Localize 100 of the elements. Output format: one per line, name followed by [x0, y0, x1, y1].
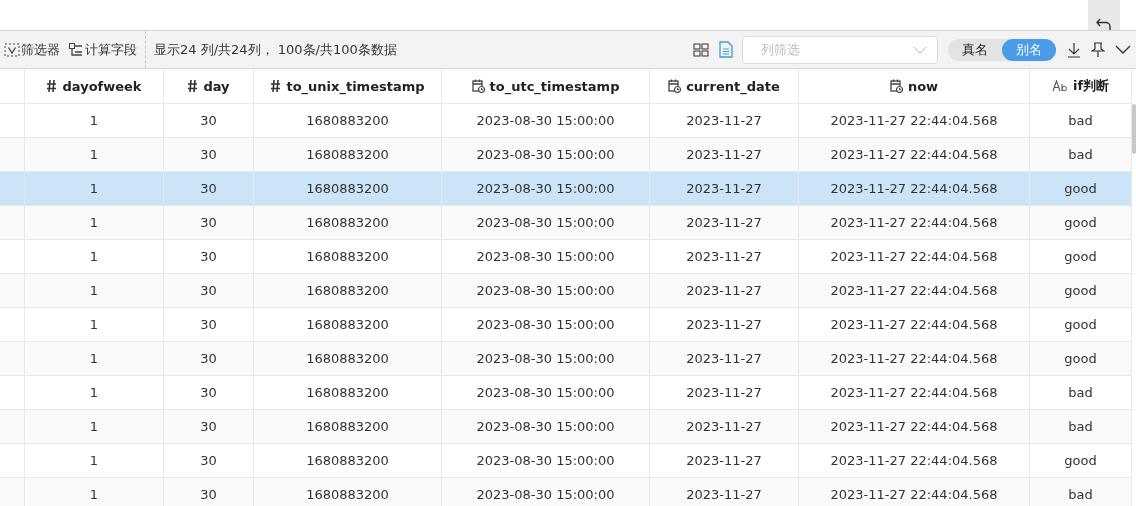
- table-row[interactable]: 1 30 1680883200 2023-08-30 15:00:00 2023-11-27 2023-11-27 22:44:04.568 good: [0, 308, 1132, 342]
- calendar-clock-icon: [471, 79, 485, 93]
- table-row[interactable]: 1 30 1680883200 2023-08-30 15:00:00 2023-11-27 2023-11-27 22:44:04.568 bad: [0, 104, 1132, 138]
- table-row[interactable]: 1 30 1680883200 2023-08-30 15:00:00 2023-11-27 2023-11-27 22:44:04.568 bad: [0, 376, 1132, 410]
- calendar-clock-icon: [668, 79, 682, 93]
- table-row[interactable]: 1 30 1680883200 2023-08-30 15:00:00 2023-11-27 2023-11-27 22:44:04.568 good: [0, 274, 1132, 308]
- table-cell: bad: [1068, 487, 1093, 502]
- hash-icon: [46, 79, 58, 93]
- table-cell: 2023-08-30 15:00:00: [476, 453, 615, 468]
- table-cell: bad: [1068, 147, 1093, 162]
- table-cell: 1: [89, 317, 99, 332]
- table-cell: 1680883200: [306, 385, 389, 400]
- table-cell: 2023-08-30 15:00:00: [476, 351, 615, 366]
- table-cell: 1: [89, 249, 99, 264]
- table-cell: 1680883200: [306, 249, 389, 264]
- table-cell: 2023-11-27 22:44:04.568: [830, 215, 998, 230]
- table-cell: 1680883200: [306, 487, 389, 502]
- column-filter-select[interactable]: 列筛选: [742, 35, 938, 64]
- table-cell: 2023-11-27: [686, 419, 762, 434]
- table-cell: 2023-11-27 22:44:04.568: [830, 385, 998, 400]
- column-header[interactable]: now: [907, 78, 939, 94]
- table-cell: 30: [200, 419, 217, 434]
- table-cell: good: [1064, 351, 1097, 366]
- table-cell: 2023-08-30 15:00:00: [476, 215, 615, 230]
- column-filter-field[interactable]: 列筛选: [759, 41, 893, 58]
- table-cell: 2023-08-30 15:00:00: [476, 147, 615, 162]
- table-cell: 1: [89, 385, 99, 400]
- calc-field-button[interactable]: 计算字段: [64, 34, 141, 65]
- table-cell: good: [1064, 215, 1097, 230]
- summary-text: 显示24 列/共24列， 100条/共100条数据: [154, 40, 398, 59]
- table-cell: 30: [200, 351, 217, 366]
- table-cell: 2023-11-27: [686, 487, 762, 502]
- column-header[interactable]: current_date: [686, 78, 780, 94]
- table-cell: 2023-08-30 15:00:00: [476, 181, 615, 196]
- table-row[interactable]: 1 30 1680883200 2023-08-30 15:00:00 2023-11-27 2023-11-27 22:44:04.568 bad: [0, 410, 1132, 444]
- table-cell: 1: [89, 487, 99, 502]
- name-mode-toggle[interactable]: 真名: [948, 38, 1002, 61]
- table-cell: 2023-11-27: [686, 351, 762, 366]
- table-row[interactable]: 1 30 1680883200 2023-08-30 15:00:00 2023-11-27 2023-11-27 22:44:04.568 bad: [0, 138, 1132, 172]
- table-cell: 1: [89, 215, 99, 230]
- text-type-icon: [1051, 80, 1068, 92]
- table-row[interactable]: 1 30 1680883200 2023-08-30 15:00:00 2023-11-27 2023-11-27 22:44:04.568 good: [0, 240, 1132, 274]
- table-cell: 2023-11-27: [686, 317, 762, 332]
- table-cell: 1680883200: [306, 181, 389, 196]
- table-cell: 2023-11-27: [686, 385, 762, 400]
- table-cell: 2023-11-27 22:44:04.568: [830, 113, 998, 128]
- table-cell: 1680883200: [306, 419, 389, 434]
- table-cell: 2023-08-30 15:00:00: [476, 317, 615, 332]
- table-cell: good: [1064, 317, 1097, 332]
- undo-icon[interactable]: [1096, 18, 1112, 30]
- table-cell: good: [1064, 453, 1097, 468]
- table-cell: 1680883200: [306, 283, 389, 298]
- column-header[interactable]: if判断: [1072, 77, 1110, 95]
- column-header[interactable]: to_utc_timestamp: [489, 78, 620, 94]
- table-cell: 1680883200: [306, 147, 389, 162]
- table-cell: 2023-11-27: [686, 113, 762, 128]
- table-cell: 2023-11-27: [686, 283, 762, 298]
- hash-icon: [187, 79, 199, 93]
- table-cell: 2023-11-27 22:44:04.568: [830, 487, 998, 502]
- table-cell: 1: [89, 453, 99, 468]
- table-cell: 30: [200, 453, 217, 468]
- table-cell: 2023-08-30 15:00:00: [476, 113, 615, 128]
- table-row[interactable]: 1 30 1680883200 2023-08-30 15:00:00 2023-11-27 2023-11-27 22:44:04.568 good: [0, 172, 1132, 206]
- table-row[interactable]: 1 30 1680883200 2023-08-30 15:00:00 2023-11-27 2023-11-27 22:44:04.568 bad: [0, 478, 1132, 506]
- table-cell: 2023-11-27 22:44:04.568: [830, 351, 998, 366]
- table-cell: bad: [1068, 419, 1093, 434]
- table-row[interactable]: 1 30 1680883200 2023-08-30 15:00:00 2023-11-27 2023-11-27 22:44:04.568 good: [0, 444, 1132, 478]
- table-cell: 30: [200, 283, 217, 298]
- column-header[interactable]: day: [203, 78, 230, 94]
- filter-button[interactable]: 筛选器: [0, 34, 64, 65]
- scrollbar[interactable]: [1132, 104, 1136, 154]
- table-cell: 1680883200: [306, 351, 389, 366]
- column-header[interactable]: to_unix_timestamp: [286, 78, 425, 94]
- table-cell: 1: [89, 283, 99, 298]
- table-cell: 30: [200, 147, 217, 162]
- table-cell: 30: [200, 487, 217, 502]
- table-cell: 1: [89, 419, 99, 434]
- table-cell: 30: [200, 181, 217, 196]
- hash-icon: [270, 79, 282, 93]
- table-cell: 1680883200: [306, 215, 389, 230]
- table-cell: 30: [200, 215, 217, 230]
- table-cell: good: [1064, 249, 1097, 264]
- table-cell: 2023-11-27: [686, 147, 762, 162]
- table-cell: 2023-11-27 22:44:04.568: [830, 249, 998, 264]
- table-row[interactable]: 1 30 1680883200 2023-08-30 15:00:00 2023-11-27 2023-11-27 22:44:04.568 good: [0, 342, 1132, 376]
- table-cell: 2023-11-27 22:44:04.568: [830, 147, 998, 162]
- table-cell: 2023-08-30 15:00:00: [476, 419, 615, 434]
- table-cell: 2023-11-27: [686, 249, 762, 264]
- table-cell: 2023-08-30 15:00:00: [476, 487, 615, 502]
- table-cell: 2023-08-30 15:00:00: [476, 249, 615, 264]
- column-header[interactable]: dayofweek: [62, 78, 142, 94]
- table-row[interactable]: 1 30 1680883200 2023-08-30 15:00:00 2023-11-27 2023-11-27 22:44:04.568 good: [0, 206, 1132, 240]
- table-cell: good: [1064, 181, 1097, 196]
- table-cell: 1: [89, 351, 99, 366]
- table-cell: 2023-11-27: [686, 215, 762, 230]
- table-cell: 1680883200: [306, 113, 389, 128]
- table-cell: bad: [1068, 113, 1093, 128]
- table-cell: 2023-11-27 22:44:04.568: [830, 419, 998, 434]
- table-cell: bad: [1068, 385, 1093, 400]
- table-cell: good: [1064, 283, 1097, 298]
